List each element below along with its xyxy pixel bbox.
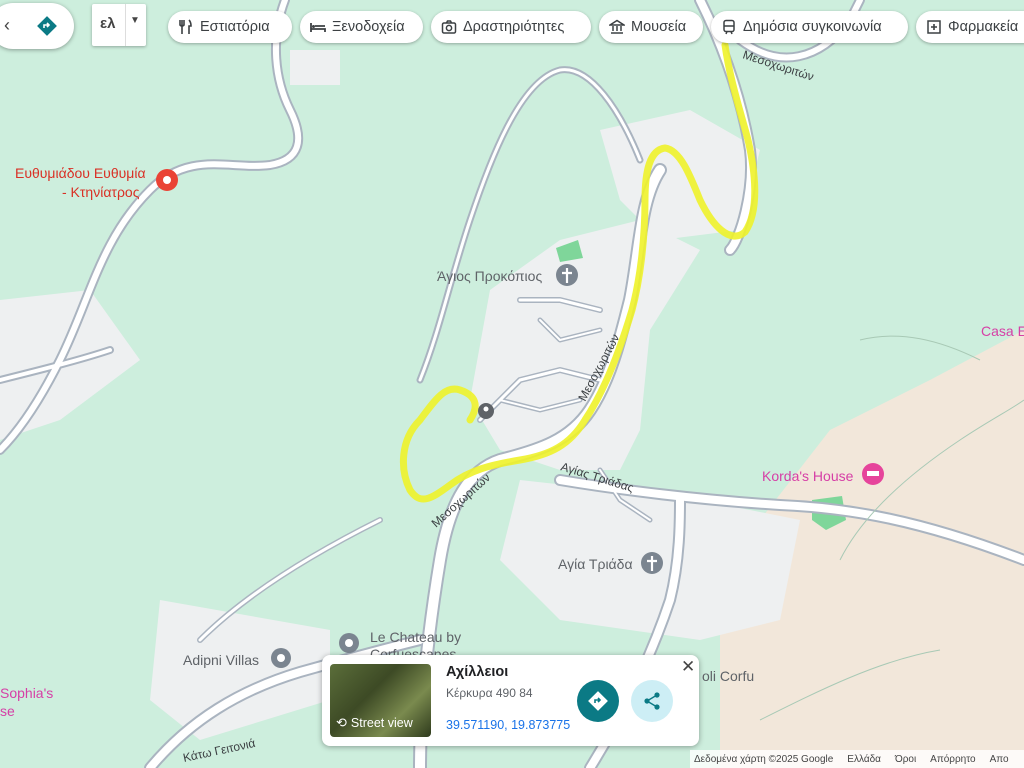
restaurant-icon	[179, 19, 192, 34]
chip-pharmacies[interactable]: Φαρμακεία	[916, 11, 1024, 43]
place-coordinates[interactable]: 39.571190, 19.873775	[446, 718, 570, 732]
pharmacy-icon	[927, 20, 941, 34]
street-view-link[interactable]: ⟲ Street view	[336, 715, 413, 731]
place-label[interactable]: Άγιος Προκόπιος	[437, 268, 542, 284]
chip-restaurants[interactable]: Εστιατόρια	[168, 11, 292, 43]
directions-icon	[588, 691, 608, 711]
place-label[interactable]: Sophia's	[0, 685, 53, 701]
place-label[interactable]: Αγία Τριάδα	[558, 556, 633, 572]
place-card[interactable]: ⟲ Street view Αχίλλειοι Κέρκυρα 490 84 3…	[322, 655, 699, 746]
back-icon[interactable]: ‹	[4, 15, 10, 36]
place-label[interactable]: oli Corfu	[702, 668, 754, 684]
share-icon	[644, 692, 660, 710]
close-icon[interactable]: ✕	[681, 657, 695, 677]
hotel-pink-icon[interactable]	[862, 463, 884, 485]
place-address: Κέρκυρα 490 84	[446, 686, 533, 700]
place-label[interactable]: Casa E	[981, 323, 1024, 339]
chip-label: Φαρμακεία	[948, 19, 1019, 35]
poi-gray-icon[interactable]	[271, 648, 291, 668]
poi-gray-icon[interactable]	[339, 633, 359, 653]
footer-link[interactable]: Απο	[990, 754, 1009, 765]
museum-icon	[609, 19, 625, 34]
terms-link[interactable]: Όροι	[895, 754, 916, 765]
map-data-credit: Δεδομένα χάρτη ©2025 Google	[694, 753, 834, 765]
divider	[125, 4, 126, 46]
chip-label: Δημόσια συγκοινωνία	[743, 19, 882, 35]
chip-label: Ξενοδοχεία	[332, 19, 405, 35]
street-view-thumbnail[interactable]: ⟲ Street view	[330, 664, 431, 737]
share-button[interactable]	[631, 680, 673, 722]
place-label[interactable]: - Κτηνίατρος	[62, 184, 139, 200]
church-icon[interactable]	[556, 264, 578, 286]
street-view-label: Street view	[350, 716, 413, 730]
map-footer: Δεδομένα χάρτη ©2025 Google Ελλάδα Όροι …	[690, 750, 1024, 768]
country-link[interactable]: Ελλάδα	[847, 754, 881, 765]
map-canvas[interactable]: Μεσοχωριτών Μεσοχωριτών Μεσοχωριτών Αγία…	[0, 0, 1024, 768]
church-icon[interactable]	[641, 552, 663, 574]
place-label[interactable]: Korda's House	[762, 468, 853, 484]
chip-label: Εστιατόρια	[200, 19, 270, 35]
camera-icon	[441, 20, 457, 34]
chip-label: Δραστηριότητες	[463, 19, 565, 35]
street-view-icon: ⟲	[336, 715, 347, 730]
transit-icon	[723, 19, 735, 35]
place-label[interactable]: Le Chateau by	[370, 629, 461, 645]
chip-activities[interactable]: Δραστηριότητες	[431, 11, 591, 43]
language-selector[interactable]: ελ ▼	[92, 4, 146, 46]
privacy-link[interactable]: Απόρρητο	[930, 754, 975, 765]
chip-label: Μουσεία	[631, 19, 687, 35]
chip-transit[interactable]: Δημόσια συγκοινωνία	[711, 11, 908, 43]
place-label[interactable]: se	[0, 703, 15, 719]
hotel-icon	[310, 23, 326, 32]
place-title: Αχίλλειοι	[446, 664, 509, 680]
red-pin-icon[interactable]	[156, 169, 178, 191]
place-label[interactable]: Ευθυμιάδου Ευθυμία	[15, 165, 146, 181]
language-label: ελ	[100, 15, 116, 32]
chip-museums[interactable]: Μουσεία	[599, 11, 703, 43]
caret-down-icon[interactable]: ▼	[130, 15, 140, 26]
place-label[interactable]: Adipni Villas	[183, 652, 259, 668]
search-box[interactable]: ‹	[0, 3, 74, 49]
directions-icon[interactable]	[36, 15, 58, 37]
location-pin-icon[interactable]	[478, 403, 494, 419]
chip-hotels[interactable]: Ξενοδοχεία	[300, 11, 423, 43]
directions-button[interactable]	[577, 680, 619, 722]
